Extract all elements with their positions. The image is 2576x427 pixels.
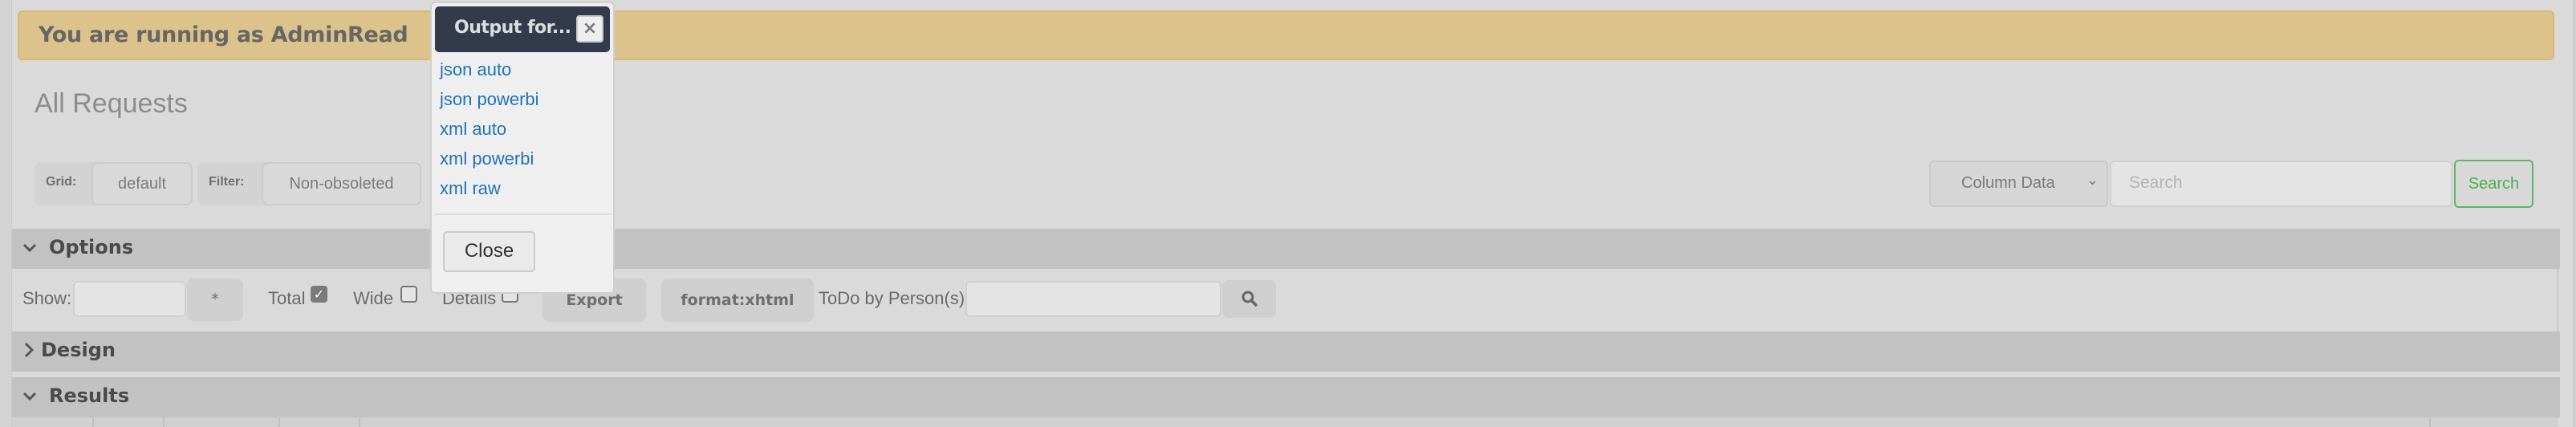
page-left-margin xyxy=(0,0,12,427)
role-banner: You are running as AdminRead xyxy=(18,10,2554,60)
page-title: All Requests xyxy=(35,88,188,119)
column-divider[interactable] xyxy=(359,417,360,427)
column-divider[interactable] xyxy=(2429,417,2431,427)
chevron-down-icon: ⌄ xyxy=(2086,172,2099,188)
show-input[interactable] xyxy=(73,281,186,317)
total-label: Total xyxy=(268,288,306,308)
link-json-auto[interactable]: json auto xyxy=(440,59,511,80)
dialog-divider xyxy=(435,214,610,215)
options-panel-body: Show: * Total ✓ Wide Details Export form… xyxy=(12,269,2558,331)
column-data-select[interactable]: Column Data ⌄ xyxy=(1929,161,2108,207)
search-input[interactable]: Search xyxy=(2110,161,2452,207)
search-icon xyxy=(1241,291,1258,307)
output-format-dialog: Output for... × json auto json powerbi x… xyxy=(430,2,615,294)
link-xml-raw[interactable]: xml raw xyxy=(440,178,501,199)
total-checkbox[interactable]: ✓ xyxy=(311,286,327,303)
column-divider[interactable] xyxy=(278,417,280,427)
chevron-down-icon xyxy=(22,387,37,406)
link-json-powerbi[interactable]: json powerbi xyxy=(440,89,539,110)
close-icon[interactable]: × xyxy=(576,15,603,43)
show-label: Show: xyxy=(22,288,72,308)
show-all-button[interactable]: * xyxy=(187,279,243,321)
checkmark-icon: ✓ xyxy=(313,287,325,302)
wide-checkbox[interactable] xyxy=(400,286,417,303)
wide-label: Wide xyxy=(353,288,394,308)
filter-label: Filter: xyxy=(209,175,245,189)
grid-group: Grid: default xyxy=(35,162,193,205)
format-xhtml-button[interactable]: format:xhtml xyxy=(661,279,814,322)
link-xml-auto[interactable]: xml auto xyxy=(440,119,506,140)
dialog-close-button[interactable]: Close xyxy=(443,231,535,272)
grid-label: Grid: xyxy=(46,175,77,189)
grid-select-button[interactable]: default xyxy=(91,162,193,205)
column-divider[interactable] xyxy=(163,417,165,427)
results-table-header xyxy=(12,417,2558,427)
scrollbar[interactable] xyxy=(2573,0,2576,427)
search-button[interactable]: Search xyxy=(2454,160,2533,208)
options-title: Options xyxy=(49,236,134,258)
filter-group: Filter: Non-obsoleted xyxy=(197,162,421,205)
dialog-header[interactable]: Output for... × xyxy=(435,6,610,52)
results-title: Results xyxy=(49,384,130,407)
search-placeholder: Search xyxy=(2129,173,2183,192)
todo-search-button[interactable] xyxy=(1222,280,1276,318)
filter-select-button[interactable]: Non-obsoleted xyxy=(262,162,421,205)
column-divider[interactable] xyxy=(92,417,94,427)
link-xml-powerbi[interactable]: xml powerbi xyxy=(440,148,534,169)
chevron-down-icon xyxy=(22,238,37,258)
options-panel-header[interactable]: Options xyxy=(12,229,2560,269)
banner-text: You are running as AdminRead xyxy=(39,22,408,47)
todo-by-person-label: ToDo by Person(s) xyxy=(819,288,965,308)
todo-person-input[interactable] xyxy=(965,281,1221,317)
design-title: Design xyxy=(41,339,116,361)
column-select-value: Column Data xyxy=(1961,174,2055,192)
chevron-right-icon xyxy=(23,341,35,363)
results-panel-header[interactable]: Results xyxy=(12,377,2560,417)
design-panel-header[interactable]: Design xyxy=(12,331,2560,372)
dialog-title: Output for... xyxy=(454,18,571,38)
